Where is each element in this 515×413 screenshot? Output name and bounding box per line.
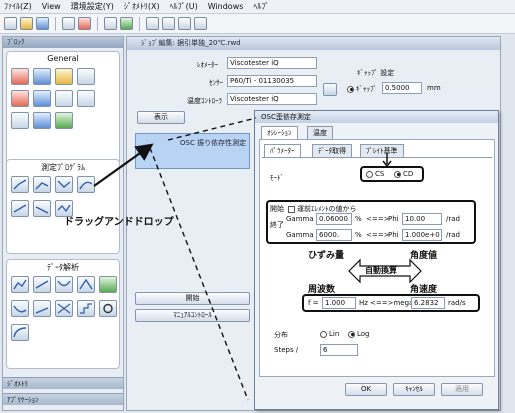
drag-arrow (93, 143, 154, 187)
drag-arrow-overlay (93, 117, 257, 401)
dashed-guide-right (167, 117, 257, 141)
dashed-guide-left (149, 147, 249, 401)
